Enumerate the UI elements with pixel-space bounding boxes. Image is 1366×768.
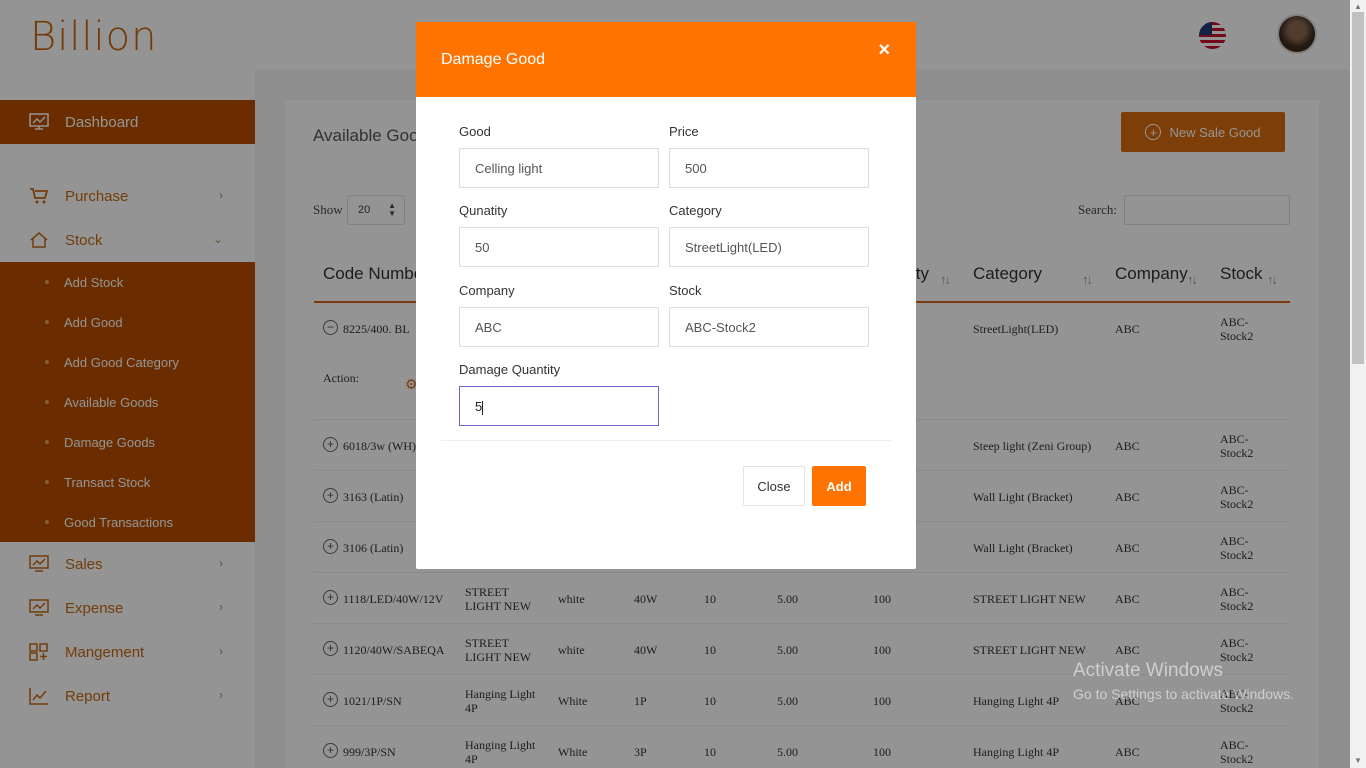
good-label: Good: [459, 124, 491, 139]
page-scrollbar[interactable]: ▲ ▼: [1350, 0, 1366, 768]
watermark-title: Activate Windows: [1073, 660, 1223, 681]
modal-header: Damage Good ×: [416, 22, 916, 97]
close-button[interactable]: Close: [743, 466, 805, 506]
windows-activation-watermark: Activate Windows Go to Settings to activ…: [1073, 660, 1294, 702]
company-field[interactable]: ABC: [459, 307, 659, 347]
scroll-up-arrow-icon[interactable]: ▲: [1354, 2, 1362, 11]
modal-title: Damage Good: [441, 51, 546, 68]
add-button[interactable]: Add: [812, 466, 866, 506]
watermark-subtitle: Go to Settings to activate Windows.: [1073, 686, 1294, 702]
company-label: Company: [459, 283, 515, 298]
damage-quantity-input[interactable]: 5: [459, 386, 659, 426]
scroll-down-arrow-icon[interactable]: ▼: [1354, 756, 1362, 765]
category-label: Category: [669, 203, 722, 218]
quantity-label: Qunatity: [459, 203, 508, 218]
price-field[interactable]: 500: [669, 148, 869, 188]
damage-good-modal: Damage Good × Good Celling light Price 5…: [416, 22, 916, 569]
stock-label: Stock: [669, 283, 702, 298]
scrollbar-thumb[interactable]: [1352, 12, 1364, 364]
good-field[interactable]: Celling light: [459, 148, 659, 188]
damage-quantity-label: Damage Quantity: [459, 362, 561, 377]
text-cursor: [482, 400, 484, 415]
quantity-field[interactable]: 50: [459, 227, 659, 267]
stock-field[interactable]: ABC-Stock2: [669, 307, 869, 347]
price-label: Price: [669, 124, 699, 139]
damage-quantity-value: 5: [475, 399, 483, 414]
category-field[interactable]: StreetLight(LED): [669, 227, 869, 267]
close-icon[interactable]: ×: [878, 39, 890, 62]
modal-footer-divider: [441, 440, 891, 441]
